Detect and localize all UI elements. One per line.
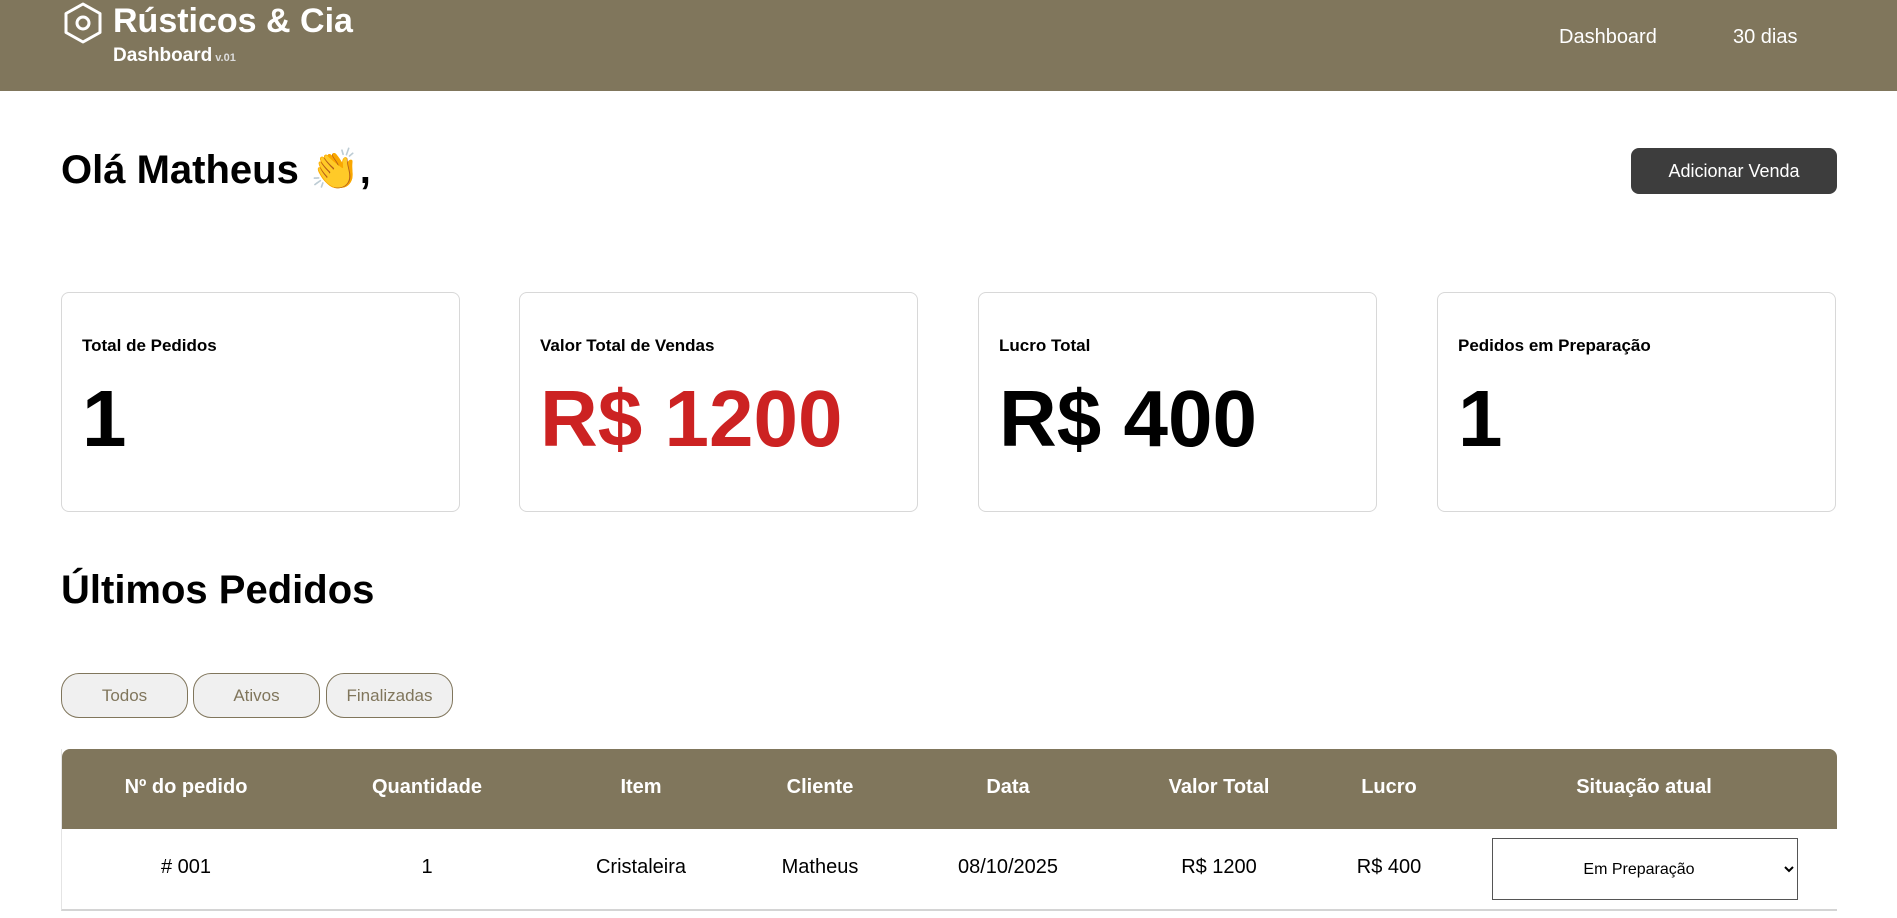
filter-ativos[interactable]: Ativos xyxy=(193,673,320,718)
card-value: 1 xyxy=(1458,374,1503,463)
card-label: Valor Total de Vendas xyxy=(540,336,715,355)
filter-todos[interactable]: Todos xyxy=(61,673,188,718)
cell-total: R$ 1200 xyxy=(1181,856,1257,878)
card-value: R$ 1200 xyxy=(540,374,843,463)
column-header: Situação atual xyxy=(1576,776,1712,798)
brand-name: Rústicos & Cia xyxy=(113,2,353,40)
nav-dashboard[interactable]: Dashboard xyxy=(1559,26,1657,49)
section-title: Últimos Pedidos xyxy=(61,568,375,612)
cell-order-id: # 001 xyxy=(160,856,212,878)
cell-client: Matheus xyxy=(781,856,859,878)
cell-quantity: 1 xyxy=(421,856,433,878)
card-value: R$ 400 xyxy=(999,374,1257,463)
card-label: Lucro Total xyxy=(999,336,1091,355)
column-header: Item xyxy=(620,776,662,798)
card-total-sales: Valor Total de Vendas R$ 1200 xyxy=(519,292,918,512)
subtitle-text: Dashboard xyxy=(113,45,213,66)
card-orders-in-preparation: Pedidos em Preparação 1 xyxy=(1437,292,1836,512)
version-label: v.01 xyxy=(215,52,236,64)
orders-table: Nº do pedido Quantidade Item Cliente Dat… xyxy=(61,749,1837,911)
card-value: 1 xyxy=(82,374,127,463)
cell-profit: R$ 400 xyxy=(1356,856,1422,878)
column-header: Data xyxy=(986,776,1030,798)
card-total-profit: Lucro Total R$ 400 xyxy=(978,292,1377,512)
card-label: Total de Pedidos xyxy=(82,336,217,355)
column-header: Valor Total xyxy=(1168,776,1270,798)
column-header: Lucro xyxy=(1361,776,1417,798)
hexagon-logo-icon xyxy=(64,2,102,44)
cell-item: Cristaleira xyxy=(595,856,687,878)
card-label: Pedidos em Preparação xyxy=(1458,336,1651,355)
top-header: Rústicos & Cia Dashboard v.01 Dashboard 3… xyxy=(0,0,1897,91)
column-header: Cliente xyxy=(786,776,854,798)
table-header: Nº do pedido Quantidade Item Cliente Dat… xyxy=(62,749,1837,829)
card-total-orders: Total de Pedidos 1 xyxy=(61,292,460,512)
greeting: Olá Matheus 👏, xyxy=(61,148,371,192)
brand-subtitle: Dashboard v.01 xyxy=(113,45,236,67)
add-sale-button[interactable]: Adicionar Venda xyxy=(1631,148,1837,194)
nav-30-dias[interactable]: 30 dias xyxy=(1733,26,1798,49)
column-header: Nº do pedido xyxy=(124,776,248,798)
status-select[interactable]: Em Preparação xyxy=(1492,838,1798,900)
column-header: Quantidade xyxy=(371,776,483,798)
filter-finalizadas[interactable]: Finalizadas xyxy=(326,673,453,718)
cell-date: 08/10/2025 xyxy=(957,856,1059,878)
